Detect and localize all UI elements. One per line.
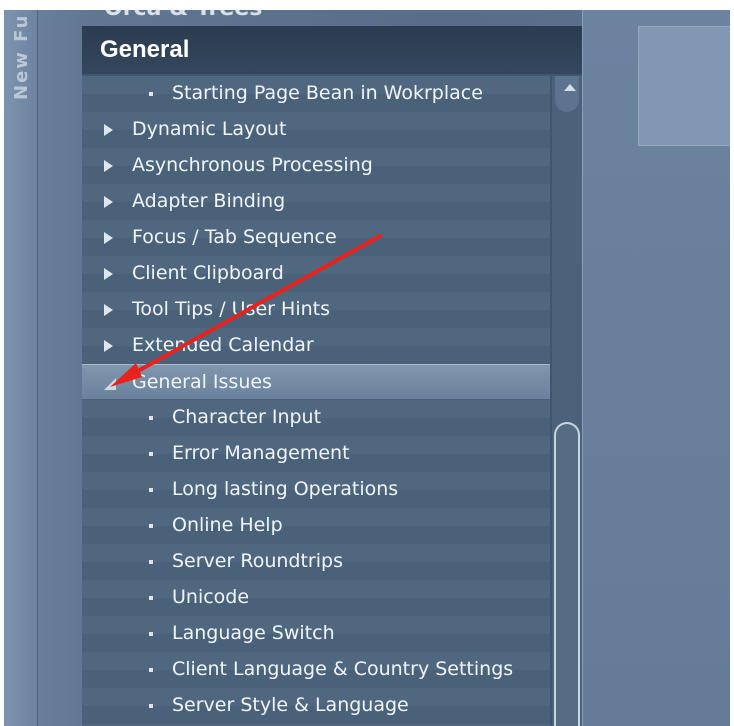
tree-item[interactable]: Server Style & Language xyxy=(82,688,550,724)
tree-node-label: Client Clipboard xyxy=(132,262,284,284)
tree-node[interactable]: Extended Calendar xyxy=(82,328,550,364)
tree-node[interactable]: Focus / Tab Sequence xyxy=(82,220,550,256)
tree-item[interactable]: Server Roundtrips xyxy=(82,544,550,580)
bullet-icon xyxy=(149,92,153,96)
tree-item-label: Starting Page Bean in Wokrplace xyxy=(172,82,483,104)
tree-node-label: General Issues xyxy=(132,371,272,393)
tree-node[interactable]: Tool Tips / User Hints xyxy=(82,292,550,328)
tree-item[interactable]: Unicode xyxy=(82,580,550,616)
scroll-thumb[interactable] xyxy=(554,422,580,726)
tree-node[interactable]: Asynchronous Processing xyxy=(82,148,550,184)
bullet-icon xyxy=(149,668,153,672)
tree-node-label: Tool Tips / User Hints xyxy=(132,298,330,320)
chevron-up-icon[interactable] xyxy=(564,84,576,91)
app-frame: New Fu Orca & Trees General Starting Pag… xyxy=(4,10,730,726)
expand-triangle-icon[interactable] xyxy=(104,268,113,280)
partial-heading: Orca & Trees xyxy=(104,10,262,21)
tree-node-selected[interactable]: General Issues xyxy=(82,364,550,400)
tree-node[interactable]: Dynamic Layout xyxy=(82,112,550,148)
expand-triangle-icon[interactable] xyxy=(104,340,113,352)
bullet-icon xyxy=(149,596,153,600)
bullet-icon xyxy=(149,416,153,420)
bullet-icon xyxy=(149,488,153,492)
tree-item[interactable]: Starting Page Bean in Wokrplace xyxy=(82,76,550,112)
tree-item[interactable]: Client Language & Country Settings xyxy=(82,652,550,688)
tree-item-label: Language Switch xyxy=(172,622,335,644)
expand-triangle-icon[interactable] xyxy=(104,160,113,172)
tree-item[interactable]: Character Input xyxy=(82,400,550,436)
panel-title[interactable]: General xyxy=(82,26,582,74)
expand-triangle-icon[interactable] xyxy=(104,124,113,136)
bullet-icon xyxy=(149,632,153,636)
scroll-up-button[interactable] xyxy=(555,76,579,112)
tree-node-label: Dynamic Layout xyxy=(132,118,287,140)
expand-triangle-icon[interactable] xyxy=(104,304,113,316)
tree-item-label: Online Help xyxy=(172,514,283,536)
vertical-scrollbar[interactable] xyxy=(552,76,582,726)
tree-node-label: Asynchronous Processing xyxy=(132,154,373,176)
tree-node-label: Focus / Tab Sequence xyxy=(132,226,337,248)
expand-triangle-icon[interactable] xyxy=(104,196,113,208)
tree-item-label: Character Input xyxy=(172,406,322,428)
side-tab-strip[interactable]: New Fu xyxy=(4,10,38,726)
tree-node-label: Adapter Binding xyxy=(132,190,286,212)
collapse-triangle-icon[interactable] xyxy=(104,378,116,390)
tree-item-label: Error Management xyxy=(172,442,350,464)
tree-node[interactable]: Client Clipboard xyxy=(82,256,550,292)
bullet-icon xyxy=(149,452,153,456)
tree-item[interactable]: Error Management xyxy=(82,436,550,472)
tree-item-label: Server Style & Language xyxy=(172,694,409,716)
tree-node-label: Extended Calendar xyxy=(132,334,314,356)
content-panel xyxy=(638,26,730,146)
tree-list: Starting Page Bean in Wokrplace Dynamic … xyxy=(82,76,550,726)
side-tab-label[interactable]: New Fu xyxy=(11,14,32,104)
tree-item-label: Unicode xyxy=(172,586,250,608)
bullet-icon xyxy=(149,524,153,528)
tree-item[interactable]: Long lasting Operations xyxy=(82,472,550,508)
navigation-panel: General Starting Page Bean in Wokrplace … xyxy=(82,26,582,726)
tree-node[interactable]: Adapter Binding xyxy=(82,184,550,220)
tree-item-label: Client Language & Country Settings xyxy=(172,658,514,680)
tree-item-label: Server Roundtrips xyxy=(172,550,343,572)
bullet-icon xyxy=(149,560,153,564)
tree-item[interactable]: Online Help xyxy=(82,508,550,544)
expand-triangle-icon[interactable] xyxy=(104,232,113,244)
tree-item-label: Long lasting Operations xyxy=(172,478,399,500)
bullet-icon xyxy=(149,704,153,708)
tree-item[interactable]: Language Switch xyxy=(82,616,550,652)
